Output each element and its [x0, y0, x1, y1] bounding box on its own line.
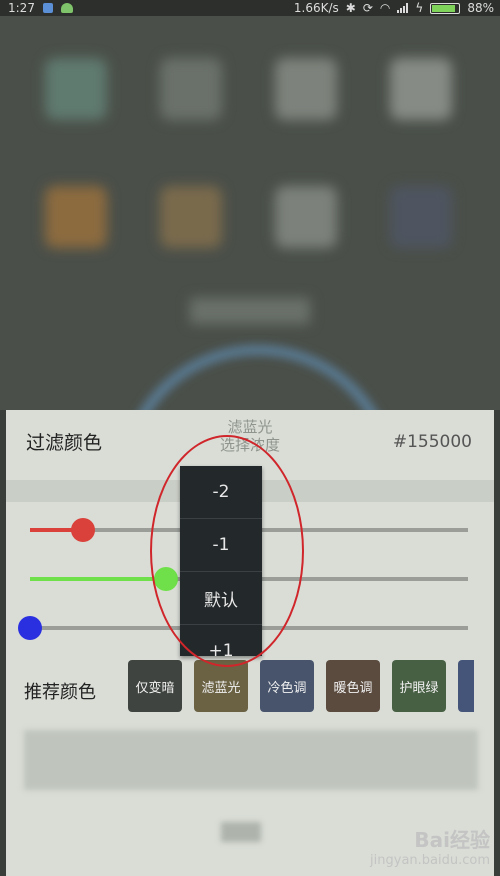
wifi-icon: ◠	[379, 1, 391, 15]
app-icon	[390, 186, 452, 248]
preset-chip-cool[interactable]: 冷色调	[260, 660, 314, 712]
app-icon	[275, 186, 337, 248]
charging-icon: ϟ	[415, 1, 424, 15]
app-icon	[275, 58, 337, 120]
filter-color-value: #155000	[392, 432, 472, 452]
slider-thumb[interactable]	[153, 567, 178, 591]
app-icon	[160, 58, 222, 120]
picker-option-minus-1[interactable]: -1	[180, 519, 262, 572]
preset-chip-eye-green[interactable]: 护眼绿	[392, 660, 446, 712]
preset-chip-warm[interactable]: 暖色调	[326, 660, 380, 712]
sync-icon: ⟳	[362, 1, 373, 15]
slider-thumb[interactable]	[70, 518, 95, 542]
recommended-color-label: 推荐颜色	[24, 682, 96, 703]
picker-option-plus-1[interactable]: +1	[180, 625, 262, 656]
status-time: 1:27	[8, 1, 35, 15]
preset-chip-dim[interactable]: 仅变暗	[128, 660, 182, 712]
blurred-button[interactable]	[221, 822, 261, 842]
watermark-url: jingyan.baidu.com	[370, 853, 490, 868]
picker-option-minus-2[interactable]: -2	[180, 466, 262, 519]
signal-icon	[397, 3, 409, 13]
watermark: Bai经验 jingyan.baidu.com	[370, 824, 490, 868]
preset-chips: 仅变暗 滤蓝光 冷色调 暖色调 护眼绿 水	[128, 660, 474, 714]
net-speed: 1.66K/s	[293, 1, 339, 15]
preset-chip-blue-filter[interactable]: 滤蓝光	[194, 660, 248, 712]
app-icon	[160, 186, 222, 248]
slider-thumb[interactable]	[18, 616, 42, 640]
app-icon	[45, 58, 107, 120]
app-icon	[390, 58, 452, 120]
battery-icon	[430, 2, 461, 14]
battery-percent: 88%	[467, 1, 494, 15]
notification-icon	[42, 3, 53, 13]
bluetooth-icon: ✱	[345, 1, 356, 15]
blurred-background	[0, 16, 500, 410]
status-bar: 1:27 1.66K/s ✱ ⟳ ◠ ϟ 88%	[0, 0, 500, 16]
watermark-brand: Bai经验	[414, 828, 490, 852]
picker-option-default[interactable]: 默认	[180, 572, 262, 625]
android-icon	[60, 3, 73, 13]
intensity-picker: -2 -1 默认 +1	[180, 466, 262, 656]
filter-color-label: 过滤颜色	[26, 432, 103, 454]
app-icon	[45, 186, 107, 248]
preset-chip-water[interactable]: 水	[458, 660, 474, 712]
